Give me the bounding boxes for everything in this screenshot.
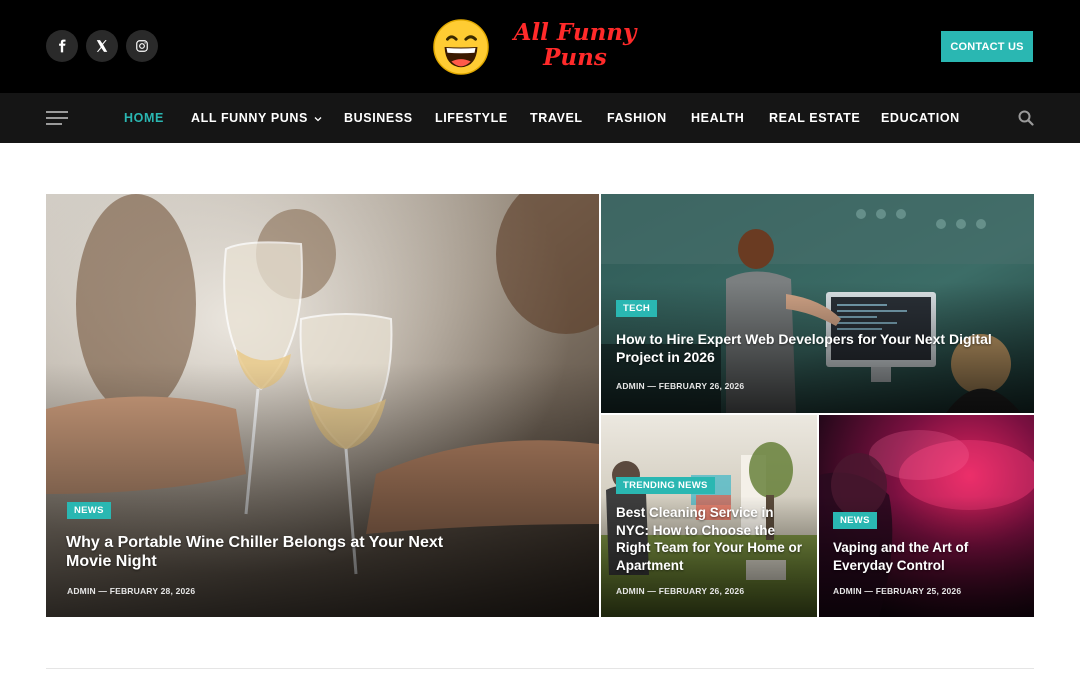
featured-post-large[interactable]: NEWS Why a Portable Wine Chiller Belongs…	[46, 194, 599, 617]
nav-item-travel[interactable]: TRAVEL	[530, 93, 583, 143]
laughing-face-emoji-icon	[433, 19, 489, 75]
post-date: FEBRUARY 28, 2026	[109, 586, 196, 596]
main-nav: HOME ALL FUNNY PUNS BUSINESS LIFESTYLE T…	[0, 93, 1080, 143]
category-badge[interactable]: NEWS	[67, 502, 111, 519]
site-name: All Funny Puns	[500, 20, 650, 70]
nav-item-home[interactable]: HOME	[124, 93, 164, 143]
category-badge[interactable]: NEWS	[833, 512, 877, 529]
category-badge[interactable]: TECH	[616, 300, 658, 317]
nav-item-education[interactable]: EDUCATION	[881, 93, 960, 143]
site-name-line2: Puns	[543, 44, 607, 71]
image-overlay	[46, 363, 599, 617]
category-badge[interactable]: TRENDING NEWS	[616, 477, 715, 494]
meta-separator: —	[98, 586, 108, 596]
post-meta: ADMIN — FEBRUARY 26, 2026	[616, 586, 744, 596]
section-divider	[46, 668, 1034, 669]
contact-us-button[interactable]: CONTACT US	[941, 31, 1033, 62]
search-icon[interactable]	[1018, 110, 1034, 126]
post-title[interactable]: Why a Portable Wine Chiller Belongs at Y…	[66, 533, 486, 571]
post-meta: ADMIN — FEBRUARY 26, 2026	[616, 381, 744, 391]
top-header: All Funny Puns CONTACT US	[0, 0, 1080, 93]
facebook-icon[interactable]	[46, 30, 78, 62]
nav-item-label: ALL FUNNY PUNS	[191, 111, 308, 125]
post-author[interactable]: ADMIN	[616, 381, 645, 391]
post-meta: ADMIN — FEBRUARY 28, 2026	[67, 586, 195, 596]
nav-item-real-estate[interactable]: REAL ESTATE	[769, 93, 860, 143]
featured-post-bottom-right[interactable]: NEWS Vaping and the Art of Everyday Cont…	[819, 415, 1034, 617]
x-icon[interactable]	[86, 30, 118, 62]
post-date: FEBRUARY 26, 2026	[658, 381, 745, 391]
nav-item-fashion[interactable]: FASHION	[607, 93, 667, 143]
site-logo[interactable]: All Funny Puns	[430, 14, 650, 80]
nav-item-health[interactable]: HEALTH	[691, 93, 744, 143]
nav-item-business[interactable]: BUSINESS	[344, 93, 413, 143]
chevron-down-icon	[314, 116, 322, 122]
meta-separator: —	[647, 586, 657, 596]
nav-item-all-funny-puns[interactable]: ALL FUNNY PUNS	[191, 93, 322, 143]
meta-separator: —	[864, 586, 874, 596]
post-title[interactable]: How to Hire Expert Web Developers for Yo…	[616, 330, 996, 366]
post-title[interactable]: Vaping and the Art of Everyday Control	[833, 539, 1023, 574]
site-name-line1: All Funny	[513, 19, 637, 46]
featured-post-bottom-left[interactable]: TRENDING NEWS Best Cleaning Service in N…	[601, 415, 817, 617]
post-title[interactable]: Best Cleaning Service in NYC: How to Cho…	[616, 504, 806, 574]
nav-item-lifestyle[interactable]: LIFESTYLE	[435, 93, 508, 143]
instagram-icon[interactable]	[126, 30, 158, 62]
post-author[interactable]: ADMIN	[67, 586, 96, 596]
post-meta: ADMIN — FEBRUARY 25, 2026	[833, 586, 961, 596]
meta-separator: —	[647, 381, 657, 391]
post-date: FEBRUARY 26, 2026	[658, 586, 745, 596]
featured-post-top-right[interactable]: TECH How to Hire Expert Web Developers f…	[601, 194, 1034, 413]
post-date: FEBRUARY 25, 2026	[875, 586, 962, 596]
hamburger-menu-icon[interactable]	[46, 111, 68, 125]
post-author[interactable]: ADMIN	[833, 586, 862, 596]
post-author[interactable]: ADMIN	[616, 586, 645, 596]
